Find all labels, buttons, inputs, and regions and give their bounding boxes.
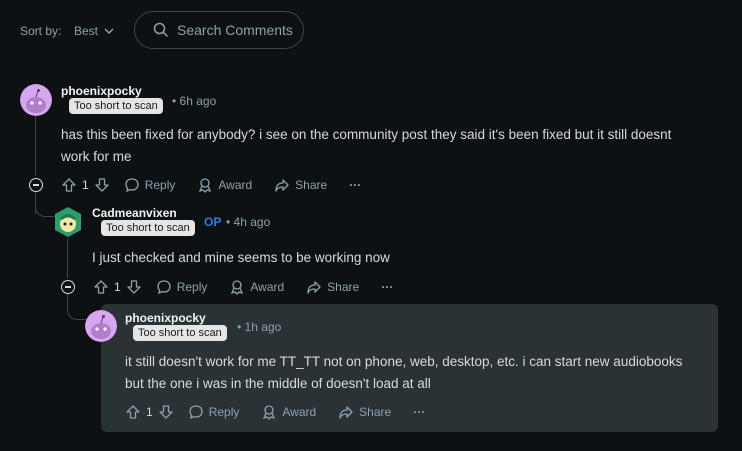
comment-author[interactable]: Cadmeanvixen [92,206,177,220]
op-badge: OP [204,215,222,229]
award-button[interactable]: Award [229,279,284,295]
vote-controls: 1 [61,177,110,193]
comment-body: I just checked and mine seems to be work… [92,250,390,265]
snoo-avatar-icon [85,310,117,342]
reply-button[interactable]: Reply [188,404,239,420]
comment-time: • 4h ago [226,215,271,229]
more-options-button[interactable]: ··· [413,405,425,419]
comment-author[interactable]: phoenixpocky [61,84,142,98]
vote-count: 1 [114,280,121,294]
award-button[interactable]: Award [261,404,316,420]
downvote-icon[interactable] [126,279,142,295]
thread-curve [67,294,88,320]
award-icon [199,178,212,193]
share-icon [275,179,289,192]
flair-badge: Too short to scan [133,325,227,341]
comment-actions: 1 Reply Award Share ··· [125,404,425,420]
reply-icon [189,405,203,420]
avatar[interactable] [20,84,52,116]
award-button[interactable]: Award [197,177,252,193]
more-options-button[interactable]: ··· [349,178,361,192]
downvote-icon[interactable] [158,404,174,420]
comment-actions: 1 Reply Award Share ··· [93,279,393,295]
reply-icon [125,178,139,193]
collapse-thread-button[interactable] [61,280,75,294]
avatar[interactable] [85,310,117,342]
share-button[interactable]: Share [338,404,391,420]
sort-value: Best [74,24,99,38]
vote-count: 1 [146,405,153,419]
vote-count: 1 [82,178,89,192]
comment-actions: 1 Reply Award Share ··· [61,177,361,193]
sort-by-label: Sort by: [20,24,62,38]
snoo-avatar-icon [55,207,81,237]
vote-controls: 1 [93,279,142,295]
share-button[interactable]: Share [306,279,359,295]
comment-body: has this been fixed for anybody? i see o… [61,127,672,164]
thread-line [67,238,68,278]
share-button[interactable]: Share [274,177,327,193]
search-icon [153,22,169,38]
comment-time: • 1h ago [237,320,282,334]
chevron-down-icon [104,28,114,35]
share-icon [339,406,353,419]
flair-badge: Too short to scan [69,98,163,114]
comment-time: • 6h ago [172,94,217,108]
award-icon [231,280,244,295]
search-comments-input[interactable]: Search Comments [134,11,304,49]
reply-button[interactable]: Reply [156,279,207,295]
upvote-icon[interactable] [61,177,77,193]
more-options-button[interactable]: ··· [381,280,393,294]
upvote-icon[interactable] [125,404,141,420]
reply-icon [157,280,171,295]
thread-line [35,116,36,176]
downvote-icon[interactable] [94,177,110,193]
collapse-thread-button[interactable] [29,178,43,192]
flair-badge: Too short to scan [101,220,195,236]
avatar[interactable] [52,206,84,238]
reply-button[interactable]: Reply [124,177,175,193]
comment-body: it still doesn't work for me TT_TT not o… [125,354,683,391]
share-icon [307,281,321,294]
award-icon [263,405,276,420]
sort-dropdown[interactable]: Best [74,24,114,38]
comment-author[interactable]: phoenixpocky [125,311,206,325]
upvote-icon[interactable] [93,279,109,295]
vote-controls: 1 [125,404,174,420]
snoo-avatar-icon [20,84,52,116]
search-placeholder: Search Comments [177,22,293,38]
